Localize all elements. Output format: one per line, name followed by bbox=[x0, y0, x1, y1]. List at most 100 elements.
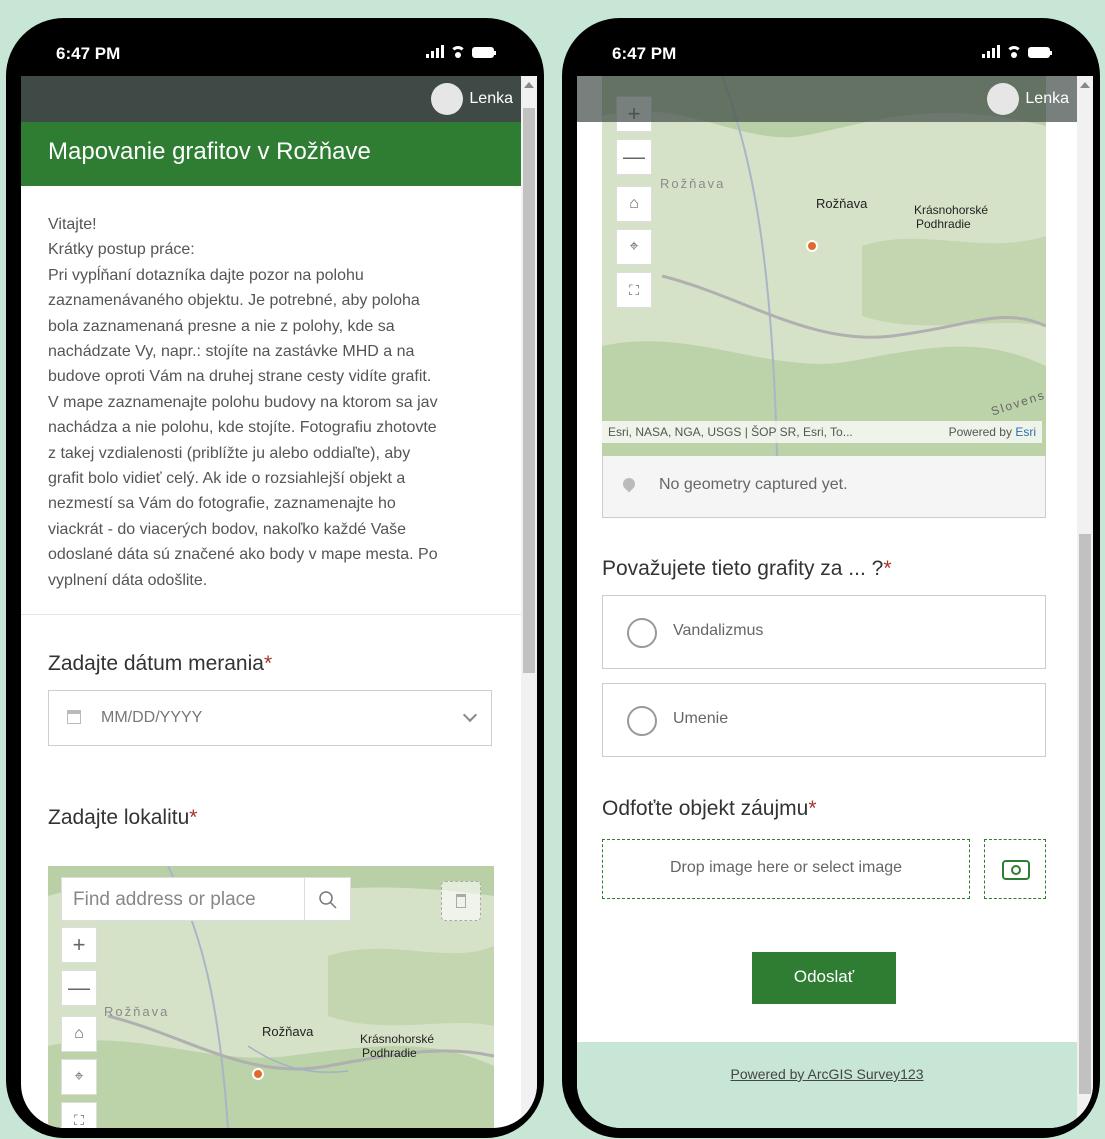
powered-by-esri: Powered by Esri bbox=[948, 425, 1036, 439]
submit-button[interactable]: Odoslať bbox=[752, 952, 896, 1004]
intro-line: nachádza a nie polohu, kde stojíte. Foto… bbox=[48, 419, 437, 437]
divider bbox=[21, 614, 521, 615]
intro-line: nachádzate Vy, napr.: stojíte na zastávk… bbox=[48, 343, 415, 361]
map-label-village: Krásnohorské bbox=[914, 203, 989, 217]
fullscreen-icon[interactable]: ⛶ bbox=[61, 1102, 97, 1128]
intro-line: Pri vypĺňaní dotazníka dajte pozor na po… bbox=[48, 266, 364, 284]
location-map[interactable]: Find address or place + — ⌂ ⌖ ⛶ Rožňava … bbox=[48, 866, 494, 1128]
intro-line: Vitajte! bbox=[48, 216, 97, 233]
map-search-placeholder: Find address or place bbox=[73, 889, 256, 910]
radio-button[interactable] bbox=[627, 706, 657, 736]
footer-link[interactable]: Powered by ArcGIS Survey123 bbox=[577, 1066, 1077, 1082]
zoom-in-button[interactable]: + bbox=[61, 927, 97, 963]
home-icon[interactable]: ⌂ bbox=[61, 1016, 97, 1052]
intro-line: odoslané dáta sú značené ako body v mape… bbox=[48, 546, 438, 564]
location-question-label: Zadajte lokalitu* bbox=[48, 806, 198, 829]
user-menu[interactable]: Lenka bbox=[431, 83, 513, 115]
scroll-thumb[interactable] bbox=[1079, 534, 1091, 1094]
map-label-village: Podhradie bbox=[916, 217, 971, 231]
chevron-down-icon bbox=[462, 707, 478, 723]
phone-left: 6:47 PM Lenka Mapovanie grafitov v Rožňa… bbox=[6, 18, 544, 1138]
map-label-city: Rožňava bbox=[262, 1024, 314, 1039]
drop-text: Drop image here or select image bbox=[669, 859, 903, 876]
top-bar: Lenka bbox=[21, 76, 521, 122]
option-umenie[interactable]: Umenie bbox=[602, 683, 1046, 757]
avatar bbox=[987, 83, 1020, 115]
map-label-village: Krásnohorské bbox=[360, 1032, 435, 1046]
date-placeholder: MM/DD/YYYY bbox=[101, 709, 203, 726]
intro-line: nezmestí sa Vám do fotografie, zaznamena… bbox=[48, 495, 396, 513]
user-name: Lenka bbox=[469, 90, 513, 107]
intro-line: z takej vzdialenosti (priblížte ju alebo… bbox=[48, 444, 411, 462]
camera-icon bbox=[1002, 860, 1030, 880]
battery-icon bbox=[472, 47, 496, 58]
search-icon[interactable] bbox=[318, 890, 338, 910]
attribution-text: Esri, NASA, NGA, USGS | ŠOP SR, Esri, To… bbox=[608, 425, 853, 439]
no-geometry-status: No geometry captured yet. bbox=[602, 456, 1046, 518]
scroll-thumb[interactable] bbox=[523, 108, 535, 673]
map-pin bbox=[806, 240, 818, 252]
status-time: 6:47 PM bbox=[56, 44, 121, 63]
date-input[interactable]: MM/DD/YYYY bbox=[48, 690, 492, 746]
intro-line: Krátky postup práce: bbox=[48, 241, 195, 259]
battery-icon bbox=[1028, 47, 1052, 58]
esri-link[interactable]: Esri bbox=[1015, 425, 1036, 439]
home-icon[interactable]: ⌂ bbox=[616, 186, 652, 222]
scroll-down-icon[interactable] bbox=[524, 1116, 534, 1122]
screen: Lenka Mapovanie grafitov v Rožňave Vitaj… bbox=[21, 76, 537, 1128]
classify-question-label: Považujete tieto grafity za ... ?* bbox=[602, 557, 892, 580]
status-bar: 6:47 PM bbox=[6, 18, 544, 76]
option-label: Umenie bbox=[673, 710, 729, 727]
search-divider bbox=[304, 878, 305, 920]
radio-button[interactable] bbox=[627, 618, 657, 648]
intro-text: Vitajte! Krátky postup práce: Pri vypĺňa… bbox=[48, 212, 500, 593]
scroll-up-icon[interactable] bbox=[1080, 82, 1090, 88]
map-terrain bbox=[602, 76, 1046, 456]
status-time: 6:47 PM bbox=[612, 44, 677, 63]
user-menu[interactable]: Lenka bbox=[987, 83, 1069, 115]
fullscreen-icon[interactable]: ⛶ bbox=[616, 272, 652, 308]
survey-header: Mapovanie grafitov v Rožňave bbox=[21, 122, 521, 186]
map-label-city: Rožňava bbox=[816, 196, 868, 211]
intro-line: viackrát - do viacerých bodov, nakoľko k… bbox=[48, 520, 407, 538]
image-drop-zone[interactable]: Drop image here or select image bbox=[602, 839, 970, 899]
intro-line: bola zaznamenaná presne a nie z polohy, … bbox=[48, 317, 395, 335]
scrollbar[interactable] bbox=[521, 76, 537, 1128]
camera-button[interactable] bbox=[984, 839, 1046, 899]
scrollbar[interactable] bbox=[1077, 76, 1093, 1128]
intro-line: zaznamenávaného objektu. Je potrebné, ab… bbox=[48, 292, 420, 310]
scroll-down-icon[interactable] bbox=[1080, 1116, 1090, 1122]
wifi-icon bbox=[450, 46, 466, 58]
zoom-out-button[interactable]: — bbox=[61, 970, 97, 1006]
map-pin bbox=[252, 1068, 264, 1080]
calendar-icon bbox=[67, 710, 81, 724]
intro-line: V mape zaznamenajte polohu budovy na kto… bbox=[48, 393, 438, 411]
locate-icon[interactable]: ⌖ bbox=[61, 1059, 97, 1095]
option-label: Vandalizmus bbox=[673, 622, 764, 639]
photo-question-label: Odfoťte objekt záujmu* bbox=[602, 797, 817, 820]
status-icons bbox=[982, 45, 1052, 58]
status-icons bbox=[426, 45, 496, 58]
survey-title: Mapovanie grafitov v Rožňave bbox=[48, 138, 371, 165]
zoom-out-button[interactable]: — bbox=[616, 139, 652, 175]
intro-line: budove oproti Vám na druhej strane cesty… bbox=[48, 368, 432, 386]
phone-right: 6:47 PM + — ⌂ ⌖ ⛶ Rožňava Rožňava Krásno… bbox=[562, 18, 1100, 1138]
scroll-up-icon[interactable] bbox=[524, 82, 534, 88]
map-label-village: Podhradie bbox=[362, 1046, 417, 1060]
map-label-faded-city: Rožňava bbox=[660, 176, 726, 191]
intro-line: grafit bolo vidieť celý. Ak ide o rozsia… bbox=[48, 470, 406, 488]
option-vandalizmus[interactable]: Vandalizmus bbox=[602, 595, 1046, 669]
location-map[interactable]: + — ⌂ ⌖ ⛶ Rožňava Rožňava Krásnohorské P… bbox=[602, 76, 1046, 456]
locate-icon[interactable]: ⌖ bbox=[616, 229, 652, 265]
avatar bbox=[431, 83, 464, 115]
status-bar: 6:47 PM bbox=[562, 18, 1100, 76]
trash-icon[interactable] bbox=[441, 881, 481, 921]
date-question-label: Zadajte dátum merania* bbox=[48, 652, 273, 675]
wifi-icon bbox=[1006, 46, 1022, 58]
map-attribution: Esri, NASA, NGA, USGS | ŠOP SR, Esri, To… bbox=[602, 421, 1042, 443]
map-label-faded-city: Rožňava bbox=[104, 1004, 170, 1019]
screen: + — ⌂ ⌖ ⛶ Rožňava Rožňava Krásnohorské P… bbox=[577, 76, 1093, 1128]
signal-icon bbox=[982, 45, 1000, 58]
map-search[interactable]: Find address or place bbox=[61, 877, 351, 921]
intro-line: vyplnení dáta odošlite. bbox=[48, 571, 208, 589]
